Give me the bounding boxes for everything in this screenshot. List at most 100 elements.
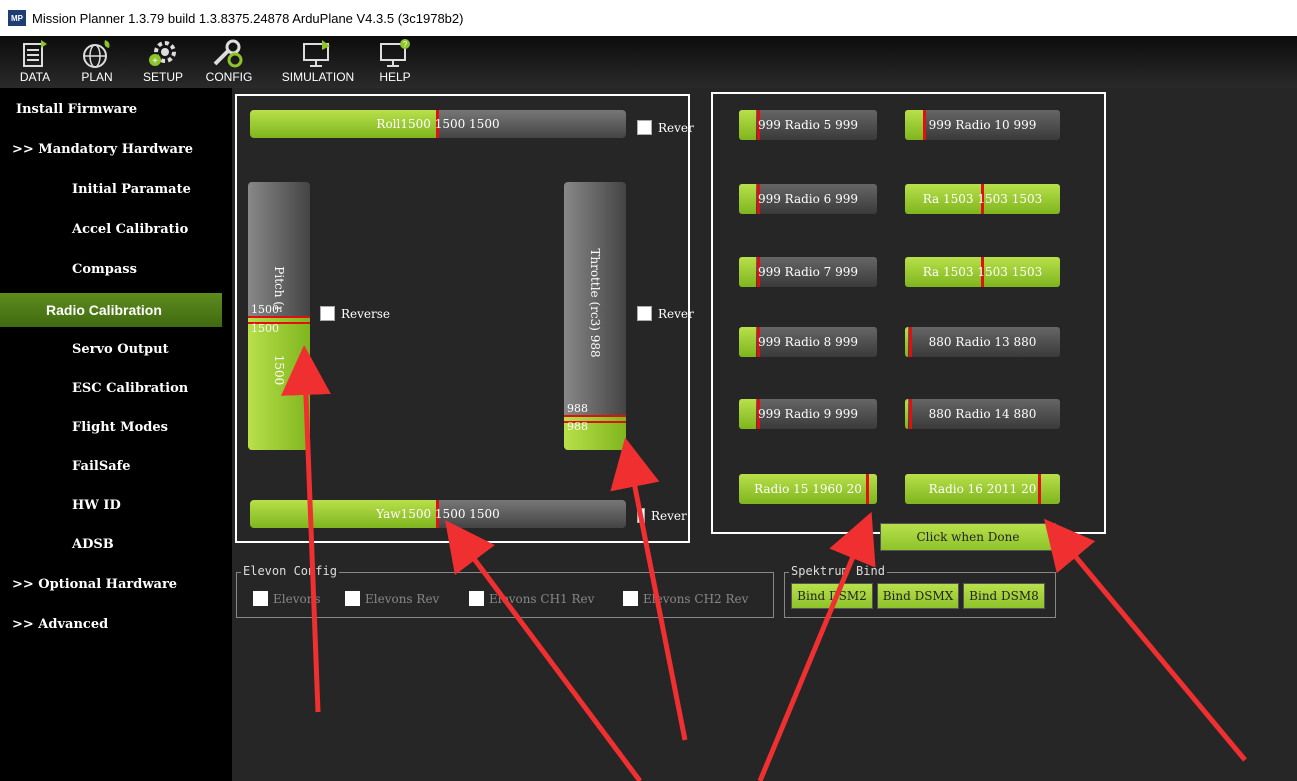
throttle-reverse-label: Rever [658,306,694,321]
yaw-bar: Yaw1500 1500 1500 [250,500,626,528]
roll-reverse-checkbox[interactable]: Rever [637,120,694,135]
elevons-ch1-rev-label: Elevons CH1 Rev [489,591,595,606]
radio-6-bar: 999 Radio 6 999 [739,184,877,214]
elevon-config-group: Elevon Config Elevons Elevons Rev Elevon… [236,564,774,618]
elevons-rev-label: Elevons Rev [365,591,440,606]
roll-bar-text: Roll1500 1500 1500 [376,117,500,131]
radio-16-text: Radio 16 2011 20 [928,482,1037,496]
nav-advanced[interactable]: >> Advanced [0,607,232,641]
roll-reverse-box[interactable] [637,120,652,135]
elevons-rev-checkbox-box[interactable] [345,591,360,606]
nav-flight-modes[interactable]: Flight Modes [0,410,232,444]
yaw-reverse-checkbox[interactable]: Rever [637,508,687,523]
pitch-reverse-checkbox[interactable]: Reverse [320,306,390,321]
plan-globe-icon [83,40,110,68]
yaw-reverse-box[interactable] [637,508,645,523]
throttle-bar-min-text: 988 [567,420,588,433]
toolbar-simulation-button[interactable]: SIMULATION [276,38,360,86]
throttle-bar: 988 988 Throttle (rc3) 988 [564,182,626,450]
toolbar-config-label: CONFIG [205,70,253,84]
radio-10-text: 999 Radio 10 999 [928,118,1037,132]
radio-6-text: 999 Radio 6 999 [757,192,859,206]
toolbar-simulation-label: SIMULATION [281,70,355,84]
radio-15-bar: Radio 15 1960 20 [739,474,877,504]
radio-11-text: Ra 1503 1503 1503 [922,192,1043,206]
main-toolbar: DATA PLAN + SETUP CONFIG SIMULATION ? HE… [0,36,1297,88]
radio-12-bar: Ra 1503 1503 1503 [905,257,1060,287]
window-title: Mission Planner 1.3.79 build 1.3.8375.24… [32,10,464,26]
yaw-bar-text: Yaw1500 1500 1500 [376,507,500,521]
nav-esc-calibration[interactable]: ESC Calibration [0,371,232,405]
toolbar-data-label: DATA [19,70,51,84]
svg-text:?: ? [403,40,408,49]
config-wrench-icon [213,39,243,68]
throttle-bar-label: Throttle (rc3) 988 [588,247,602,358]
setup-sidebar: Install Firmware >> Mandatory Hardware I… [0,88,232,781]
elevons-ch1-rev-checkbox-box[interactable] [469,591,484,606]
radio-14-bar: 880 Radio 14 880 [905,399,1060,429]
radio-14-text: 880 Radio 14 880 [928,407,1037,421]
nav-initial-parameters[interactable]: Initial Paramate [0,172,232,206]
bind-dsm2-button[interactable]: Bind DSM2 [791,583,873,609]
radio-15-text: Radio 15 1960 20 [754,482,862,496]
radio-16-bar: Radio 16 2011 20 [905,474,1060,504]
elevons-ch1-rev-checkbox[interactable]: Elevons CH1 Rev [469,591,594,606]
elevons-checkbox[interactable]: Elevons [253,591,321,606]
toolbar-plan-label: PLAN [81,70,113,84]
radio-calibration-panel: Roll1500 1500 1500 Rever 1500 1500 Pitch… [232,88,1297,781]
radio-8-bar: 999 Radio 8 999 [739,327,877,357]
toolbar-plan-button[interactable]: PLAN [68,38,126,86]
elevons-rev-checkbox[interactable]: Elevons Rev [345,591,439,606]
throttle-bar-marker-upper [564,415,626,417]
nav-failsafe[interactable]: FailSafe [0,449,232,483]
nav-servo-output[interactable]: Servo Output [0,332,232,366]
nav-adsb[interactable]: ADSB [0,527,232,561]
elevons-ch2-rev-checkbox-box[interactable] [623,591,638,606]
nav-radio-calibration[interactable]: Radio Calibration [0,293,222,327]
nav-mandatory-hardware[interactable]: >> Mandatory Hardware [0,132,232,166]
bind-dsmx-button[interactable]: Bind DSMX [877,583,959,609]
radio-5-bar: 999 Radio 5 999 [739,110,877,140]
annotation-frame-aux-channels [711,92,1106,534]
toolbar-help-button[interactable]: ? HELP [366,38,424,86]
elevons-checkbox-box[interactable] [253,591,268,606]
pitch-bar: 1500 1500 Pitch (r 1500 [248,182,310,450]
pitch-bar-value: 1500 [272,354,286,385]
radio-11-bar: Ra 1503 1503 1503 [905,184,1060,214]
radio-9-text: 999 Radio 9 999 [757,407,859,421]
radio-13-text: 880 Radio 13 880 [928,335,1037,349]
click-when-done-button[interactable]: Click when Done [880,523,1056,551]
elevons-ch2-rev-checkbox[interactable]: Elevons CH2 Rev [623,591,748,606]
mission-planner-logo-icon: MP [8,10,26,26]
radio-8-text: 999 Radio 8 999 [757,335,859,349]
pitch-reverse-box[interactable] [320,306,335,321]
nav-accel-calibration[interactable]: Accel Calibratio [0,212,232,246]
throttle-bar-max-text: 988 [567,402,588,415]
spektrum-bind-group: Spektrum Bind Bind DSM2 Bind DSMX Bind D… [784,564,1056,618]
bind-dsm8-button[interactable]: Bind DSM8 [963,583,1045,609]
nav-optional-hardware[interactable]: >> Optional Hardware [0,567,232,601]
svg-text:+: + [152,56,158,67]
radio-9-bar: 999 Radio 9 999 [739,399,877,429]
nav-install-firmware[interactable]: Install Firmware [0,92,232,126]
help-monitor-icon: ? [380,39,410,67]
pitch-reverse-label: Reverse [341,306,391,321]
pitch-bar-min-text: 1500 [251,322,279,335]
pitch-bar-marker-upper [248,316,310,318]
nav-hw-id[interactable]: HW ID [0,488,232,522]
radio-5-text: 999 Radio 5 999 [757,118,859,132]
radio-10-bar: 999 Radio 10 999 [905,110,1060,140]
throttle-reverse-box[interactable] [637,306,652,321]
elevons-ch2-rev-label: Elevons CH2 Rev [643,591,749,606]
spektrum-bind-title: Spektrum Bind [789,564,887,578]
throttle-reverse-checkbox[interactable]: Rever [637,306,694,321]
toolbar-setup-button[interactable]: + SETUP [134,38,192,86]
radio-12-text: Ra 1503 1503 1503 [922,265,1043,279]
window-titlebar: MP Mission Planner 1.3.79 build 1.3.8375… [0,0,1297,36]
toolbar-config-button[interactable]: CONFIG [200,38,258,86]
toolbar-data-button[interactable]: DATA [6,38,64,86]
elevon-config-title: Elevon Config [241,564,339,578]
pitch-bar-label: Pitch (r [272,266,286,312]
nav-compass[interactable]: Compass [0,252,232,286]
elevons-label: Elevons [273,591,321,606]
